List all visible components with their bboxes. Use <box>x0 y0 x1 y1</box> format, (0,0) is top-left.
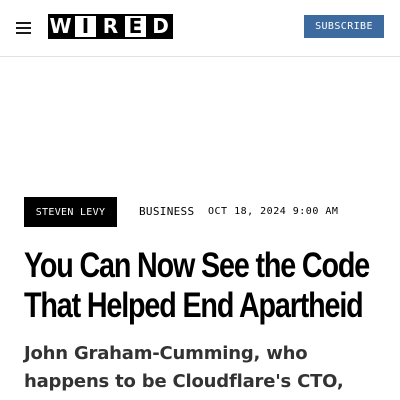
wired-logo[interactable]: W I R E D <box>48 14 173 39</box>
logo-letter: I <box>73 14 98 39</box>
menu-bar <box>16 32 31 34</box>
logo-letter: W <box>48 14 73 39</box>
author-link[interactable]: STEVEN LEVY <box>24 197 117 227</box>
publish-date: OCT 18, 2024 9:00 AM <box>208 206 339 217</box>
menu-bar <box>16 27 31 29</box>
article-meta: STEVEN LEVY BUSINESS OCT 18, 2024 9:00 A… <box>24 197 384 227</box>
article-dek: John Graham-Cumming, who happens to be C… <box>24 343 344 392</box>
logo-letter: D <box>148 14 173 39</box>
logo-letter: E <box>123 14 148 39</box>
category-link[interactable]: BUSINESS <box>139 205 194 218</box>
ad-placeholder <box>0 58 400 196</box>
subscribe-button[interactable]: SUBSCRIBE <box>304 15 384 38</box>
article-headline: You Can Now See the Code That Helped End… <box>24 246 370 325</box>
logo-letter: R <box>98 14 123 39</box>
menu-bar <box>16 22 31 24</box>
site-header: W I R E D SUBSCRIBE <box>0 0 400 57</box>
hamburger-menu-icon[interactable] <box>16 21 31 34</box>
